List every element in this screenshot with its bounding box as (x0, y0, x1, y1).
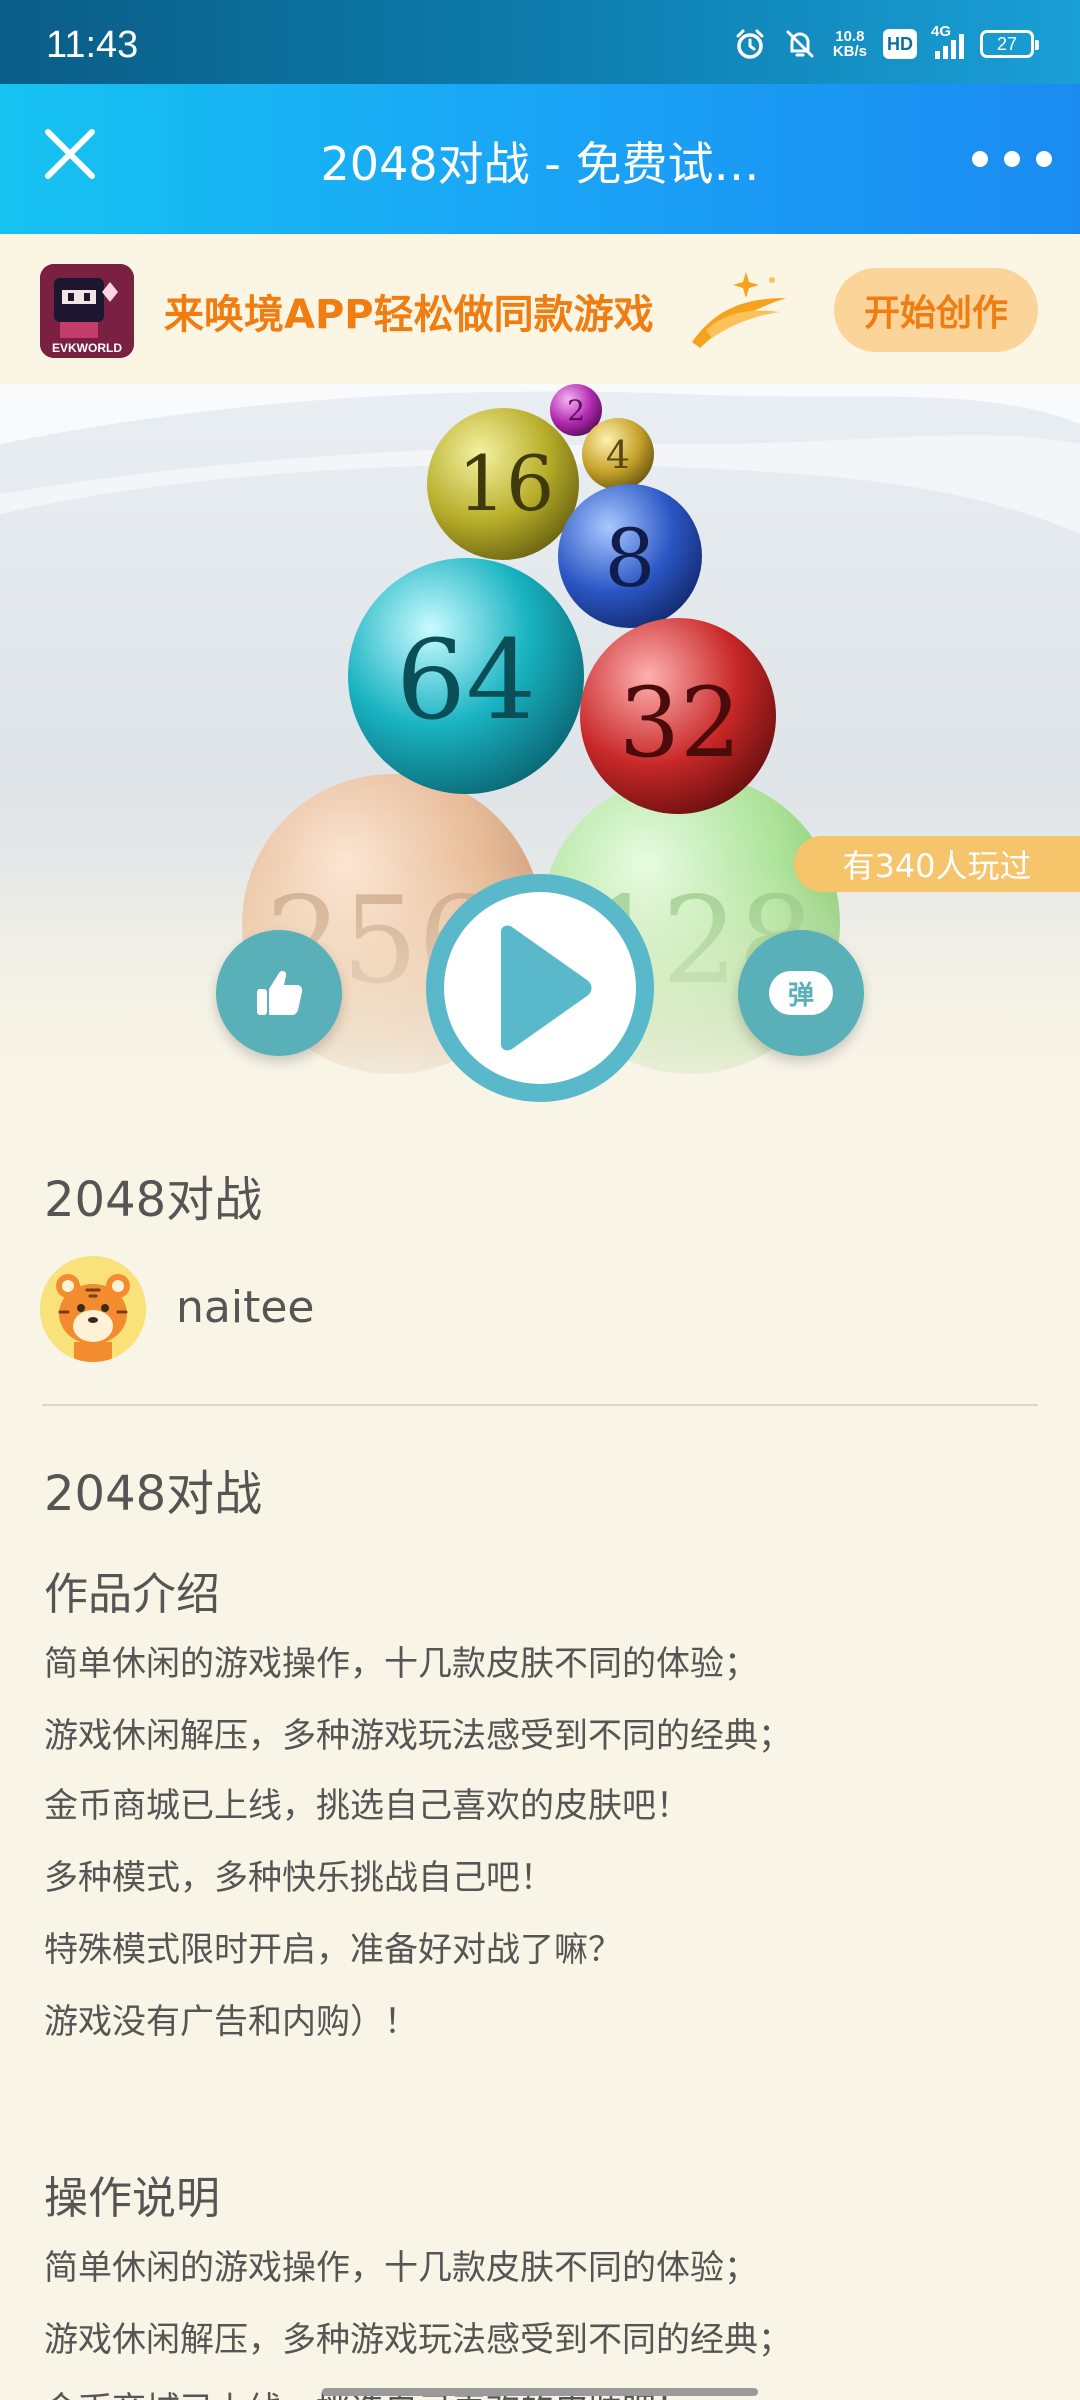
battery-icon: 27 (980, 30, 1039, 58)
ball-8: 8 (558, 484, 702, 628)
ball-64: 64 (348, 558, 584, 794)
promo-text: 来唤境APP轻松做同款游戏 (164, 292, 654, 338)
page-title: 2048对战 - 免费试… (320, 137, 760, 191)
status-icons: 10.8 KB/s HD 4G 27 (733, 23, 1039, 64)
danmu-label: 弹 (769, 971, 833, 1015)
evkworld-logo: EVKWORLD (40, 264, 134, 358)
svg-text:64: 64 (396, 616, 536, 744)
title-bar: 2048对战 - 免费试… (0, 84, 1080, 234)
status-time: 11:43 (46, 24, 139, 66)
promo-banner[interactable]: EVKWORLD 来唤境APP轻松做同款游戏 开始创作 (0, 234, 1080, 384)
alarm-icon (736, 29, 764, 59)
svg-text:16: 16 (458, 439, 555, 528)
start-creating-button[interactable]: 开始创作 (834, 268, 1038, 352)
author-name[interactable]: naitee (176, 1282, 314, 1333)
players-count-badge: 有340人玩过 (794, 836, 1080, 892)
like-button[interactable] (216, 930, 342, 1056)
more-icon (972, 151, 988, 167)
intro-line: 游戏没有广告和内购）！ (44, 2002, 418, 2042)
thumbs-up-icon (257, 970, 303, 1015)
ops-line: 简单休闲的游戏操作，十几款皮肤不同的体验； (44, 2248, 758, 2288)
ball-4: 4 (582, 418, 654, 490)
game-details: 2048对战 naitee 2048对战 作品介绍 简单休闲的游戏操作，十几款皮… (0, 1104, 1080, 2400)
ball-32: 32 (580, 618, 776, 814)
svg-text:2: 2 (567, 394, 585, 427)
ops-line: 游戏休闲解压，多种游戏玩法感受到不同的经典； (44, 2320, 792, 2360)
more-button[interactable] (972, 134, 1052, 184)
intro-line: 简单休闲的游戏操作，十几款皮肤不同的体验； (44, 1644, 758, 1684)
close-button[interactable] (38, 122, 102, 186)
game-title: 2048对战 (44, 1172, 263, 1228)
ball-16: 16 (427, 408, 579, 560)
net-speed-unit: KB/s (832, 43, 867, 60)
close-icon (45, 129, 95, 179)
svg-text:4: 4 (606, 433, 630, 477)
sparkle-icon (692, 272, 786, 348)
tiger-avatar-icon (40, 1256, 146, 1362)
status-bar: 11:43 10.8 KB/s HD 4G 27 (0, 0, 1080, 84)
danmu-button[interactable]: 弹 (738, 930, 864, 1056)
intro-line: 金币商城已上线，挑选自己喜欢的皮肤吧！ (44, 1786, 690, 1826)
svg-text:8: 8 (605, 512, 656, 605)
intro-line: 多种模式，多种快乐挑战自己吧！ (44, 1858, 554, 1898)
battery-level: 27 (996, 33, 1018, 54)
ops-heading: 操作说明 (44, 2173, 220, 2224)
divider (42, 1404, 1038, 1406)
avatar[interactable] (40, 1256, 146, 1362)
intro-line: 特殊模式限时开启，准备好对战了嘛？ (44, 1930, 622, 1970)
game-hero: 256 128 2 4 16 8 64 32 (0, 384, 1080, 1104)
intro-heading: 作品介绍 (44, 1569, 220, 1620)
work-title: 2048对战 (44, 1466, 263, 1522)
network-type: 4G (931, 23, 952, 40)
play-button[interactable] (426, 874, 654, 1102)
hd-badge: HD (883, 29, 917, 59)
svg-text:32: 32 (619, 667, 741, 779)
intro-line: 游戏休闲解压，多种游戏玩法感受到不同的经典； (44, 1716, 792, 1756)
play-icon (501, 925, 592, 1051)
logo-text: EVKWORLD (52, 341, 122, 355)
net-speed: 10.8 KB/s (833, 29, 867, 59)
signal-icon: 4G (931, 23, 964, 59)
net-speed-value: 10.8 (835, 28, 865, 45)
home-indicator[interactable] (322, 2388, 758, 2396)
mute-bell-icon (786, 30, 814, 58)
